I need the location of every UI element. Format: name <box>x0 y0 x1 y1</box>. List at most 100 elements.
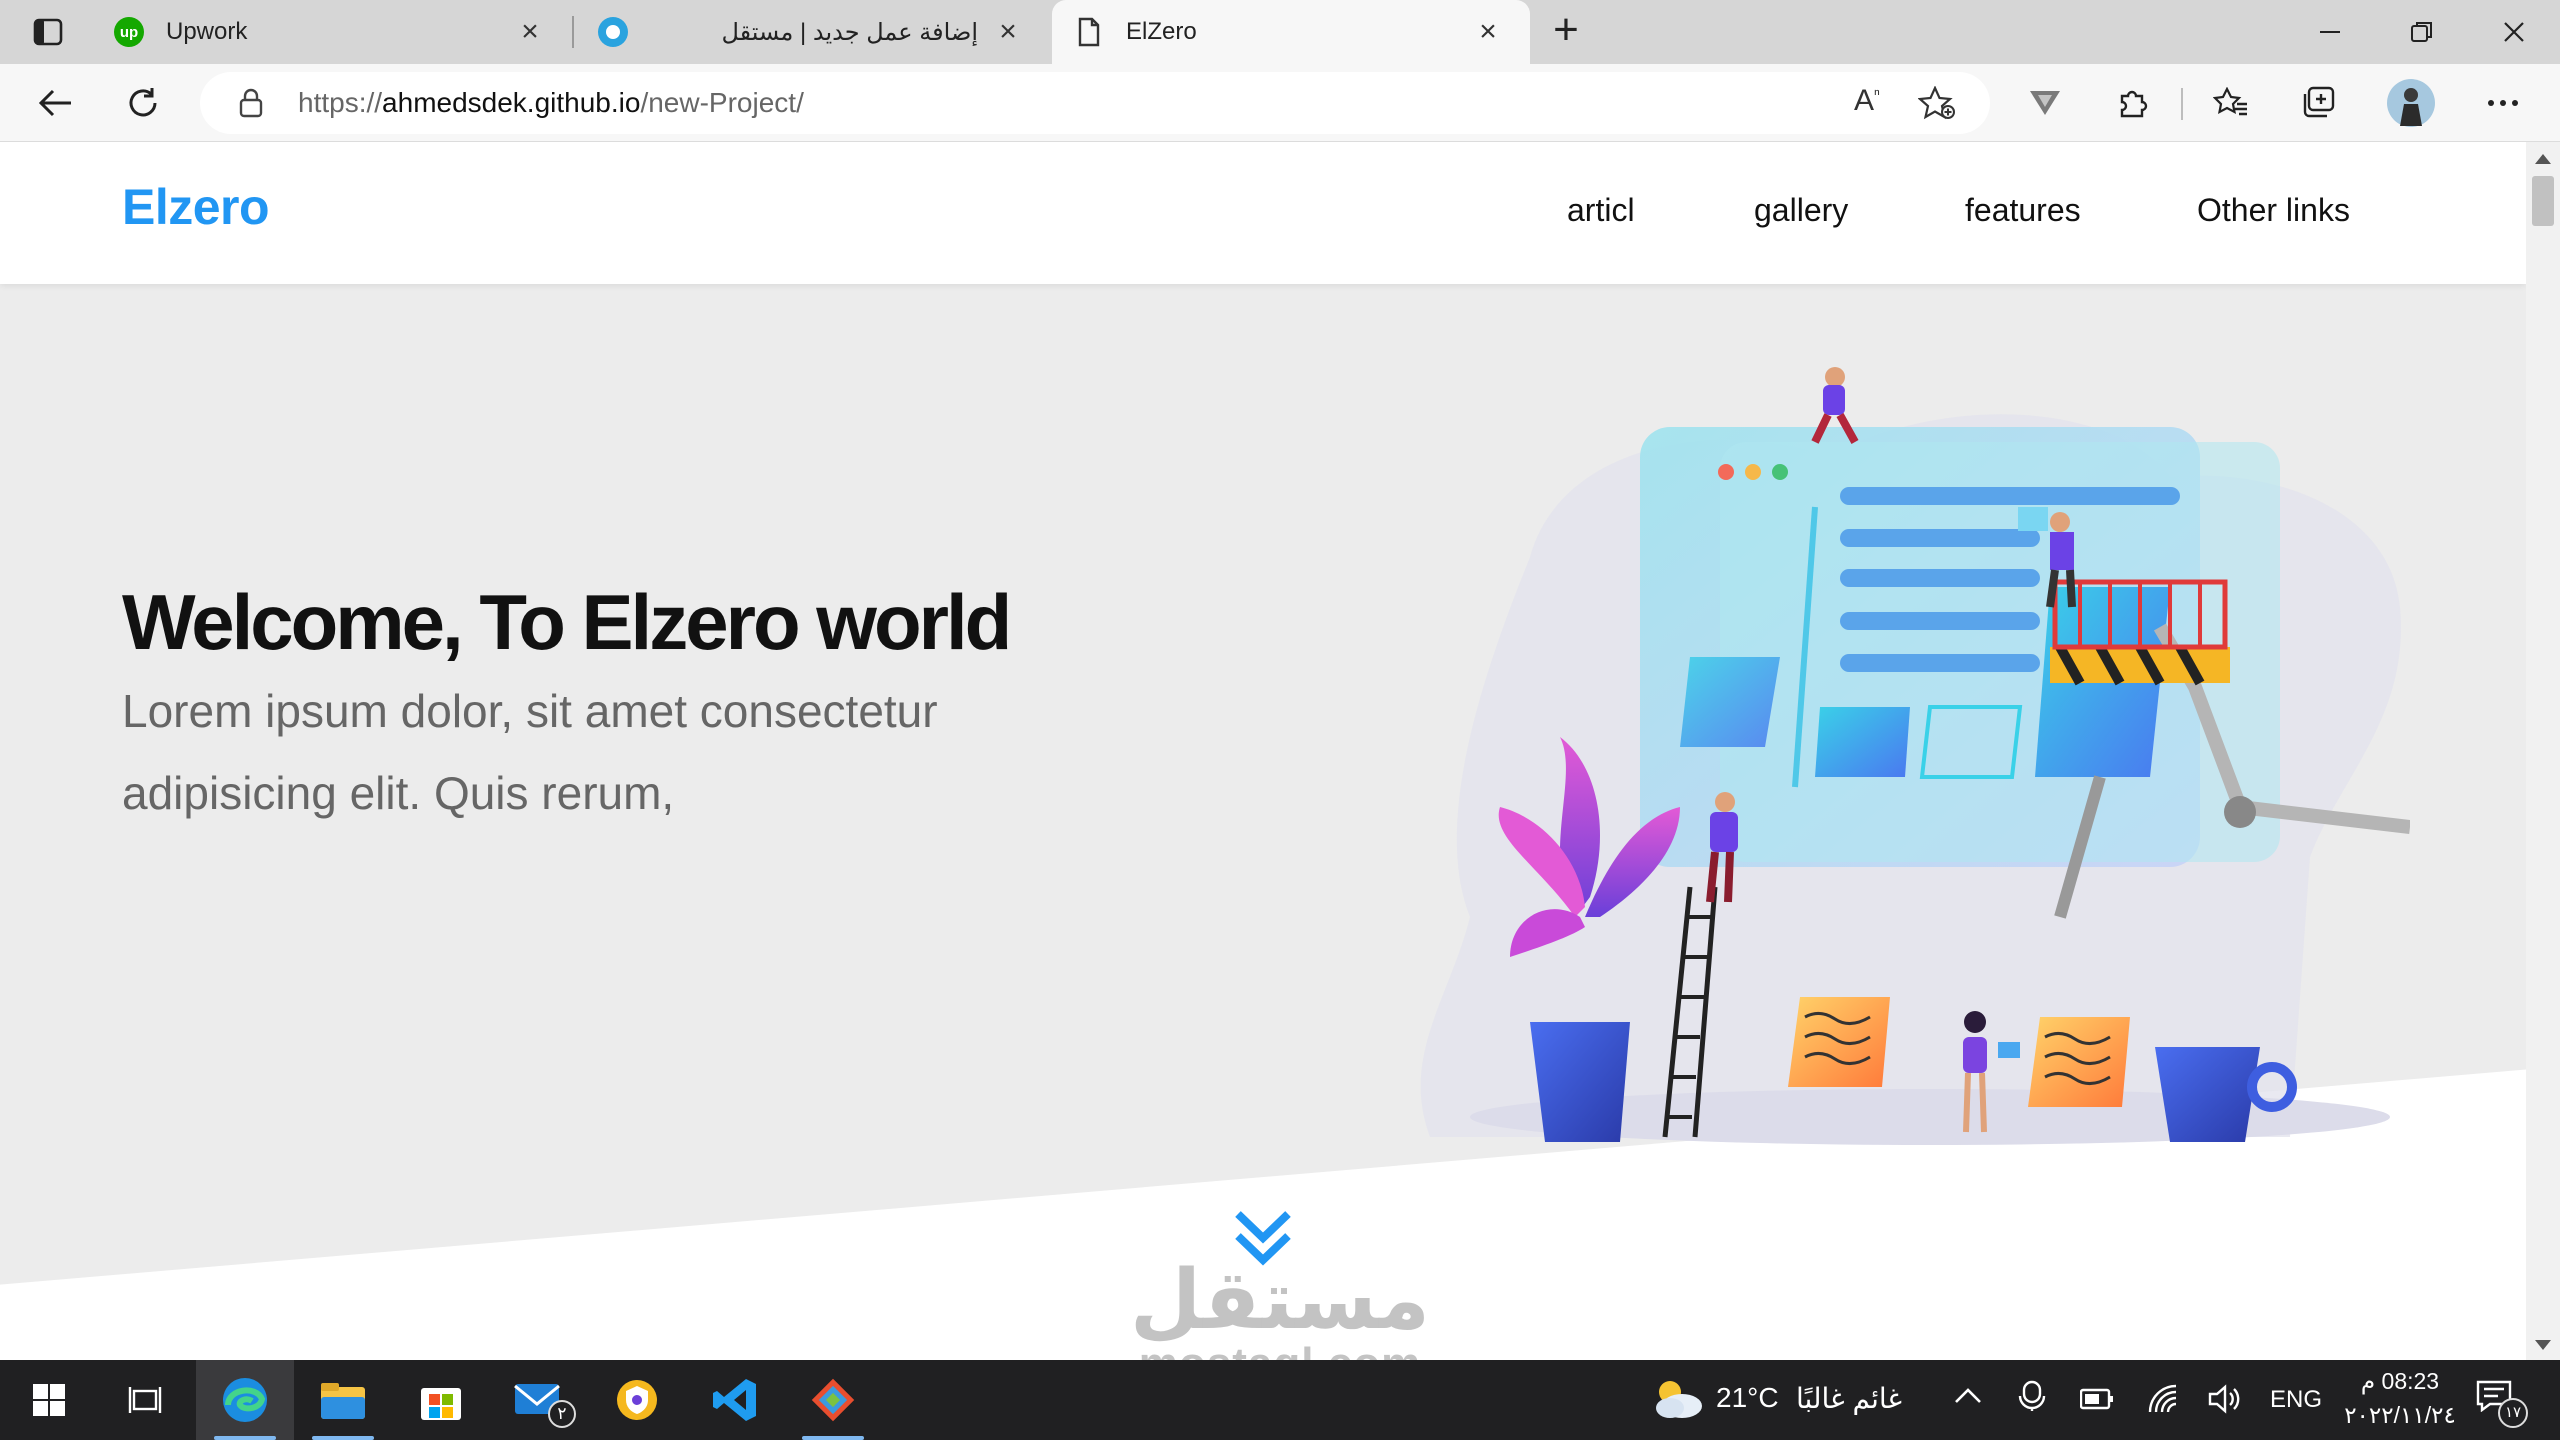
address-bar[interactable]: https://ahmedsdek.github.io/new-Project/… <box>200 72 1990 134</box>
tab-actions-button[interactable] <box>18 12 78 52</box>
taskbar-file-explorer[interactable] <box>294 1360 392 1440</box>
taskbar-edge[interactable] <box>196 1360 294 1440</box>
running-indicator <box>312 1436 374 1440</box>
more-options-icon <box>2488 100 2518 106</box>
meet-now-icon[interactable] <box>2018 1380 2046 1417</box>
running-indicator <box>802 1436 864 1440</box>
landing-illustration <box>1420 367 2410 1145</box>
collections-icon <box>2303 86 2335 118</box>
shield-v-icon <box>2030 91 2060 115</box>
windows-taskbar: ٢ 21°C غائم غالبًا ENG 08:23 م ٢٠٢٢/١١/٢… <box>0 1360 2560 1440</box>
scrollbar-thumb[interactable] <box>2532 176 2554 226</box>
taskbar-vscode[interactable] <box>686 1360 784 1440</box>
close-icon <box>2504 22 2524 42</box>
settings-menu-button[interactable] <box>2480 80 2526 126</box>
vscode-icon <box>713 1379 756 1421</box>
extension-vpn-button[interactable] <box>2022 80 2068 126</box>
taskbar-vpn[interactable] <box>588 1360 686 1440</box>
avatar <box>2387 79 2435 127</box>
tab-title: إضافة عمل جديد | مستقل <box>721 18 978 46</box>
close-tab-icon[interactable]: × <box>988 12 1028 52</box>
read-aloud-icon[interactable]: Aⁿ <box>1854 84 1880 118</box>
start-icon <box>33 1384 65 1416</box>
start-button[interactable] <box>0 1360 98 1440</box>
favorites-list-icon <box>2213 87 2247 116</box>
taskbar-store[interactable] <box>392 1360 490 1440</box>
mostaql-watermark: مستقل mostaql.com <box>1120 1253 1440 1361</box>
url-text[interactable]: https://ahmedsdek.github.io/new-Project/ <box>298 87 804 119</box>
notifications-badge: ١٧ <box>2498 1398 2528 1428</box>
add-favorite-icon[interactable] <box>1917 85 1956 125</box>
tab-strip: up Upwork × إضافة عمل جديد | مستقل × ElZ… <box>0 0 2560 64</box>
weather-condition[interactable]: غائم غالبًا <box>1796 1382 1902 1415</box>
clock-date[interactable]: ٢٠٢٢/١١/٢٤ <box>2342 1402 2458 1429</box>
vpn-icon <box>617 1380 657 1420</box>
collections-button[interactable] <box>2296 80 2342 126</box>
edge-icon <box>223 1378 267 1422</box>
scroll-up-icon[interactable] <box>2535 154 2551 164</box>
close-window-button[interactable] <box>2468 0 2560 64</box>
tab-title: Upwork <box>166 18 248 45</box>
nav-link-features[interactable]: features <box>1965 192 2081 229</box>
show-hidden-icons-button[interactable] <box>1954 1386 1982 1409</box>
tab-separator <box>572 16 574 48</box>
lock-icon[interactable] <box>238 88 264 123</box>
tab-elzero[interactable]: ElZero × <box>1052 0 1530 64</box>
active-indicator <box>214 1436 276 1440</box>
mostaql-icon <box>598 17 628 47</box>
nav-link-gallery[interactable]: gallery <box>1754 192 1848 229</box>
hero-text: Lorem ipsum dolor, sit amet consectetur … <box>122 685 938 819</box>
chevron-up-icon <box>1955 1388 1981 1403</box>
weather-widget[interactable] <box>1650 1376 1706 1427</box>
page-icon <box>1074 17 1104 47</box>
hero-title: Welcome, To Elzero world <box>122 578 1012 666</box>
profile-button[interactable] <box>2384 76 2438 130</box>
minimize-button[interactable] <box>2284 0 2376 64</box>
cloudy-weather-icon <box>1656 1381 1702 1418</box>
store-icon <box>421 1388 461 1420</box>
language-indicator[interactable]: ENG <box>2270 1386 2322 1414</box>
puzzle-icon <box>2120 90 2148 118</box>
nav-link-other-links[interactable]: Other links <box>2197 192 2350 229</box>
tab-title: ElZero <box>1126 18 1197 45</box>
tab-mostaql[interactable]: إضافة عمل جديد | مستقل × <box>576 0 1050 64</box>
notifications-button[interactable]: ١٧ <box>2476 1380 2528 1428</box>
back-arrow-icon <box>38 89 71 117</box>
battery-icon[interactable] <box>2079 1388 2114 1415</box>
page-viewport: Elzero articl gallery features Other lin… <box>0 142 2526 1360</box>
task-view-button[interactable] <box>96 1360 194 1440</box>
scroll-down-arrow-icon[interactable] <box>2535 1340 2551 1350</box>
minimize-icon <box>2320 31 2340 33</box>
taskbar-git[interactable] <box>784 1360 882 1440</box>
restore-button[interactable] <box>2376 0 2468 64</box>
mail-badge: ٢ <box>548 1400 576 1428</box>
toolbar-divider <box>2181 88 2183 120</box>
refresh-icon <box>129 88 157 117</box>
file-explorer-icon <box>321 1383 365 1419</box>
weather-temp[interactable]: 21°C <box>1716 1382 1779 1414</box>
watermark-arabic: مستقل <box>1130 1253 1430 1348</box>
taskbar-mail[interactable]: ٢ <box>490 1360 588 1440</box>
restore-icon <box>2411 22 2432 42</box>
task-view-icon <box>128 1387 162 1413</box>
browser-toolbar: https://ahmedsdek.github.io/new-Project/… <box>0 64 2560 142</box>
site-logo[interactable]: Elzero <box>122 178 270 236</box>
refresh-button[interactable] <box>120 80 166 126</box>
upwork-icon: up <box>114 17 144 47</box>
new-tab-button[interactable]: + <box>1544 8 1588 54</box>
back-button[interactable] <box>32 80 78 126</box>
extensions-button[interactable] <box>2110 80 2156 126</box>
git-icon <box>811 1378 855 1422</box>
favorites-button[interactable] <box>2208 80 2254 126</box>
close-tab-icon[interactable]: × <box>1468 12 1508 52</box>
tab-upwork[interactable]: up Upwork × <box>92 0 572 64</box>
wifi-icon[interactable] <box>2146 1384 2180 1419</box>
clock-time[interactable]: 08:23 م <box>2350 1368 2450 1395</box>
site-header: Elzero articl gallery features Other lin… <box>0 142 2526 284</box>
volume-icon[interactable] <box>2208 1384 2242 1419</box>
tab-actions-icon <box>33 18 63 46</box>
close-tab-icon[interactable]: × <box>510 12 550 52</box>
watermark-latin: mostaql.com <box>1120 1339 1440 1360</box>
nav-link-articl[interactable]: articl <box>1567 192 1635 229</box>
page-scrollbar[interactable] <box>2526 142 2560 1360</box>
